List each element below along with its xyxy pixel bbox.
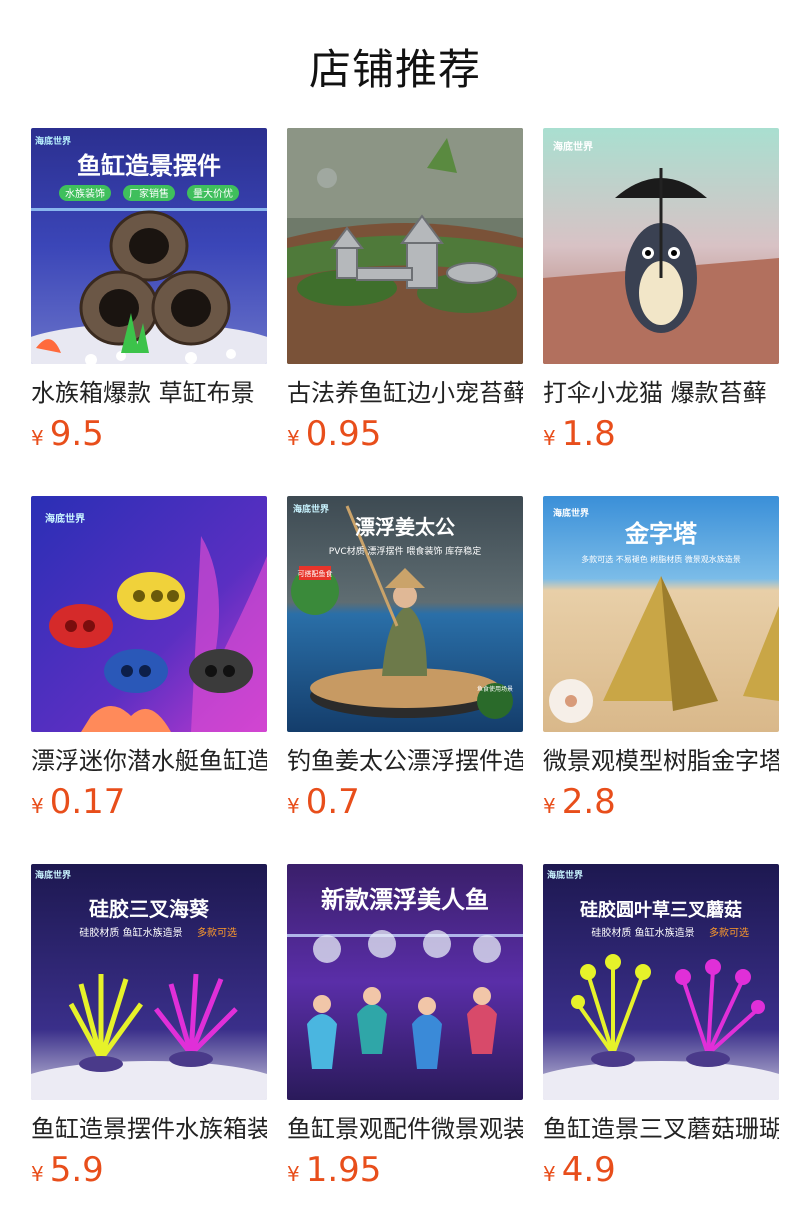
brand-logo: 海底世界 [293,503,329,515]
currency-symbol: ¥ [543,1162,556,1186]
product-price: ¥0.7 [287,782,360,822]
product-price: ¥2.8 [543,782,616,822]
product-image[interactable]: 海底世界 [543,128,779,364]
product-image[interactable]: 海底世界 硅胶圆叶草三叉蘑菇 硅胶材质 鱼缸水族造景 多款可选 [543,864,779,1100]
banner-subtitle: 多款可选 不易褪色 树脂材质 微景观水族造景 [581,554,741,564]
product-name[interactable]: 鱼缸造景摆件水族箱装饰 [31,1112,267,1146]
brand-logo: 海底世界 [35,135,71,147]
currency-symbol: ¥ [31,1162,44,1186]
svg-text:量大价优: 量大价优 [193,187,233,200]
currency-symbol: ¥ [287,426,300,450]
product-banner: 金字塔 [624,520,698,548]
banner-highlight: 多款可选 [709,926,749,939]
svg-text:水族装饰: 水族装饰 [65,187,105,200]
currency-symbol: ¥ [31,794,44,818]
product-name[interactable]: 鱼缸景观配件微景观装饰 [287,1112,523,1146]
product-price: ¥5.9 [31,1150,104,1190]
product-image[interactable]: 海底世界 金字塔 多款可选 不易褪色 树脂材质 微景观水族造景 [543,496,779,732]
currency-symbol: ¥ [287,794,300,818]
product-banner: 新款漂浮美人鱼 [321,886,489,914]
product-name[interactable]: 鱼缸造景三叉蘑菇珊瑚 [543,1112,779,1146]
banner-subtitle: 硅胶材质 鱼缸水族造景 [79,926,182,939]
product-name[interactable]: 钓鱼姜太公漂浮摆件造景 [287,744,523,778]
badge-usage: 鱼食使用场景 [477,685,513,693]
product-name[interactable]: 漂浮迷你潜水艇鱼缸造景 [31,744,267,778]
product-image[interactable]: 新款漂浮美人鱼 [287,864,523,1100]
currency-symbol: ¥ [287,1162,300,1186]
product-price: ¥1.95 [287,1150,382,1190]
brand-logo: 海底世界 [45,512,85,525]
product-image[interactable]: 海底世界 硅胶三叉海葵 硅胶材质 鱼缸水族造景 多款可选 [31,864,267,1100]
product-name[interactable]: 微景观模型树脂金字塔 [543,744,779,778]
product-price: ¥1.8 [543,414,616,454]
product-image[interactable] [287,128,523,364]
banner-tags: 水族装饰 厂家销售 量大价优 [59,185,239,201]
product-price: ¥4.9 [543,1150,616,1190]
product-banner: 漂浮姜太公 [355,515,455,539]
banner-subtitle: PVC材质 漂浮摆件 喂食装饰 库存稳定 [329,545,481,557]
page-title: 店铺推荐 [308,45,481,94]
brand-logo: 海底世界 [553,507,589,519]
product-image[interactable]: 海底世界 鱼缸造景摆件 水族装饰 厂家销售 量大价优 [31,128,267,364]
product-banner: 硅胶三叉海葵 [89,897,210,921]
brand-logo: 海底世界 [553,140,593,153]
product-price: ¥0.17 [31,782,126,822]
banner-highlight: 多款可选 [197,926,237,939]
badge-feed: 可搭配鱼食 [298,569,333,578]
product-banner: 硅胶圆叶草三叉蘑菇 [580,899,742,921]
currency-symbol: ¥ [543,426,556,450]
product-name[interactable]: 古法养鱼缸边小宠苔藓 [287,376,523,410]
product-image[interactable]: 可搭配鱼食 鱼食使用场景 海底世界 漂浮姜太公 PVC材质 漂浮摆件 喂食装饰 … [287,496,523,732]
product-banner: 鱼缸造景摆件 [77,152,221,180]
product-name[interactable]: 水族箱爆款 草缸布景 [31,376,267,410]
brand-logo: 海底世界 [35,869,71,881]
currency-symbol: ¥ [31,426,44,450]
banner-subtitle: 硅胶材质 鱼缸水族造景 [591,926,694,939]
brand-logo: 海底世界 [547,869,583,881]
currency-symbol: ¥ [543,794,556,818]
product-image[interactable]: 海底世界 [31,496,267,732]
product-price: ¥9.5 [31,414,104,454]
product-name[interactable]: 打伞小龙猫 爆款苔藓 [543,376,779,410]
product-price: ¥0.95 [287,414,382,454]
svg-text:厂家销售: 厂家销售 [129,187,169,200]
